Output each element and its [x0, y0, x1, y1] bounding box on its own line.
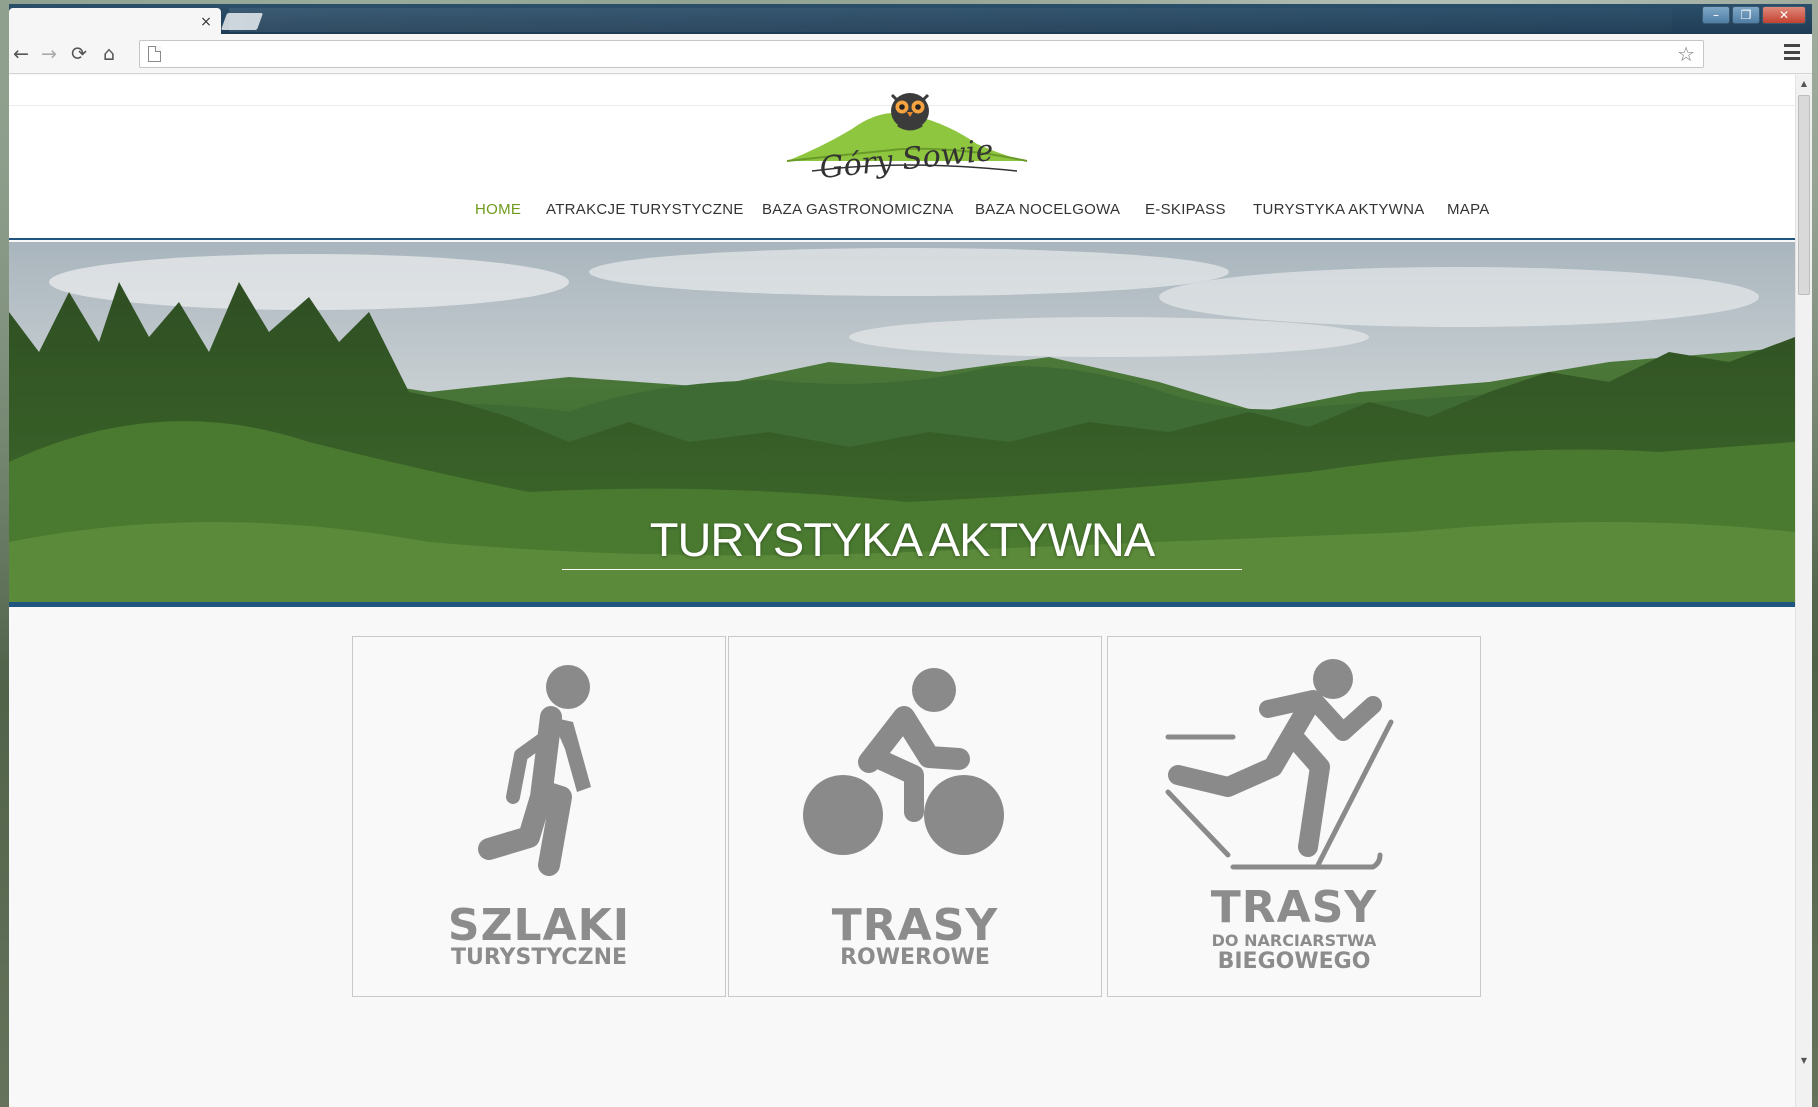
- page-icon: [148, 46, 161, 62]
- card-title: TRASY: [1210, 882, 1378, 933]
- main-navigation: HOME ATRAKCJE TURYSTYCZNE BAZA GASTRONOM…: [9, 201, 1795, 225]
- forward-icon[interactable]: →: [37, 42, 61, 66]
- hero-divider: [562, 569, 1242, 570]
- card-szlaki-turystyczne[interactable]: SZLAKI TURYSTYCZNE: [352, 636, 726, 997]
- scroll-thumb[interactable]: [1798, 95, 1810, 295]
- browser-window: × – ❐ ✕ ← → ⟳ ⌂ ☆ Góry Sowie HOME ATRAKC…: [9, 4, 1812, 1107]
- nav-baza-nocelgowa[interactable]: BAZA NOCELGOWA: [975, 201, 1120, 218]
- card-subtitle: TURYSTYCZNE: [450, 945, 628, 970]
- window-controls: – ❐ ✕: [1702, 6, 1806, 24]
- minimize-button[interactable]: –: [1702, 6, 1730, 24]
- scroll-up-icon[interactable]: ▲: [1796, 77, 1812, 91]
- browser-toolbar: ← → ⟳ ⌂ ☆: [9, 34, 1812, 74]
- nav-atrakcje-turystyczne[interactable]: ATRAKCJE TURYSTYCZNE: [546, 201, 744, 218]
- close-window-button[interactable]: ✕: [1762, 6, 1806, 24]
- page-viewport: Góry Sowie HOME ATRAKCJE TURYSTYCZNE BAZ…: [9, 75, 1795, 1107]
- title-bar: × – ❐ ✕: [9, 4, 1812, 35]
- site-logo[interactable]: Góry Sowie: [782, 89, 1032, 181]
- site-header: Góry Sowie HOME ATRAKCJE TURYSTYCZNE BAZ…: [9, 75, 1795, 240]
- nav-baza-gastronomiczna[interactable]: BAZA GASTRONOMICZNA: [762, 201, 954, 218]
- back-icon[interactable]: ←: [9, 42, 33, 66]
- vertical-scrollbar[interactable]: ▲ ▼: [1795, 75, 1812, 1107]
- card-trasy-narciarstwa-biegowego[interactable]: TRASY DO NARCIARSTWA BIEGOWEGO: [1107, 636, 1481, 997]
- home-icon[interactable]: ⌂: [97, 42, 121, 66]
- address-bar[interactable]: ☆: [139, 40, 1704, 68]
- hero-banner: TURYSTYKA AKTYWNA: [9, 242, 1795, 607]
- scroll-down-icon[interactable]: ▼: [1796, 1054, 1812, 1068]
- card-trasy-rowerowe[interactable]: TRASY ROWEROWE: [728, 636, 1102, 997]
- tab-close-icon[interactable]: ×: [197, 13, 215, 31]
- card-subtitle-small: DO NARCIARSTWA: [1211, 931, 1377, 950]
- new-tab-button[interactable]: [220, 13, 264, 30]
- bookmark-star-icon[interactable]: ☆: [1677, 42, 1695, 66]
- nav-mapa[interactable]: MAPA: [1447, 201, 1490, 218]
- nav-turystyka-aktywna[interactable]: TURYSTYKA AKTYWNA: [1253, 201, 1425, 218]
- nav-e-skipass[interactable]: E-SKIPASS: [1145, 201, 1226, 218]
- card-title: SZLAKI: [447, 900, 631, 951]
- hero-title: TURYSTYKA AKTYWNA: [649, 513, 1155, 566]
- chrome-menu-icon[interactable]: [1784, 44, 1800, 60]
- maximize-button[interactable]: ❐: [1732, 6, 1760, 24]
- card-title: TRASY: [831, 900, 999, 951]
- tab-active[interactable]: ×: [9, 8, 221, 35]
- card-subtitle: BIEGOWEGO: [1217, 949, 1371, 974]
- card-subtitle: ROWEROWE: [840, 945, 990, 970]
- nav-home[interactable]: HOME: [475, 201, 521, 218]
- reload-icon[interactable]: ⟳: [67, 42, 91, 66]
